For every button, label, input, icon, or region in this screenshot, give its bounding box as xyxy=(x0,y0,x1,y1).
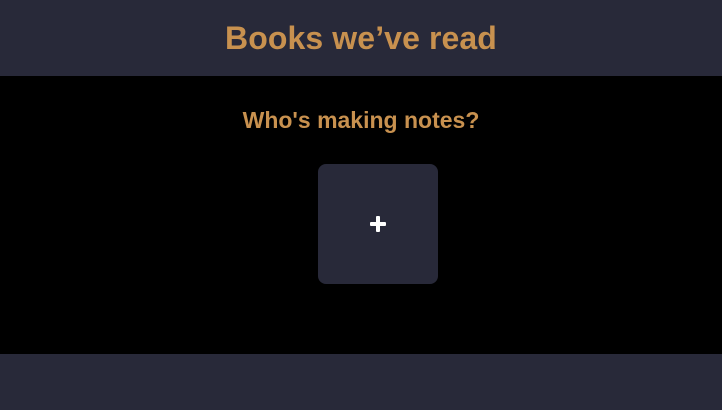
app-header: Books we’ve read xyxy=(0,0,722,76)
main-content: Who's making notes? xyxy=(0,76,722,354)
plus-icon xyxy=(370,216,386,232)
add-profile-button[interactable] xyxy=(318,164,438,284)
profile-prompt: Who's making notes? xyxy=(242,107,480,133)
app-footer xyxy=(0,354,722,410)
page-title: Books we’ve read xyxy=(225,20,497,56)
